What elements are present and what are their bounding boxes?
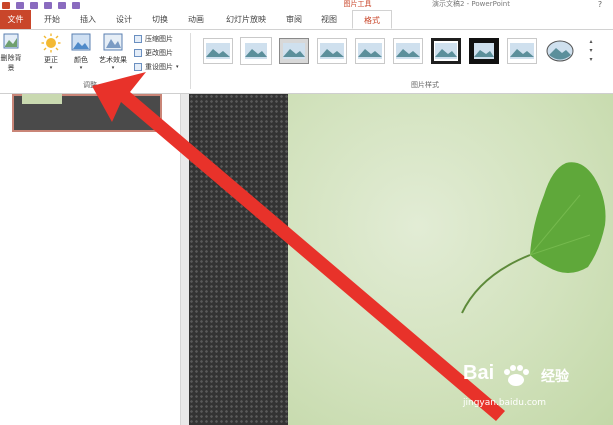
baidu-jingyan-watermark: Bai 经验 jingyan.baidu.com bbox=[463, 362, 613, 412]
watermark-brand: Bai bbox=[463, 362, 495, 384]
watermark-url: jingyan.baidu.com bbox=[463, 398, 547, 408]
watermark-suffix: 经验 bbox=[541, 369, 569, 385]
paw-icon bbox=[504, 365, 529, 386]
